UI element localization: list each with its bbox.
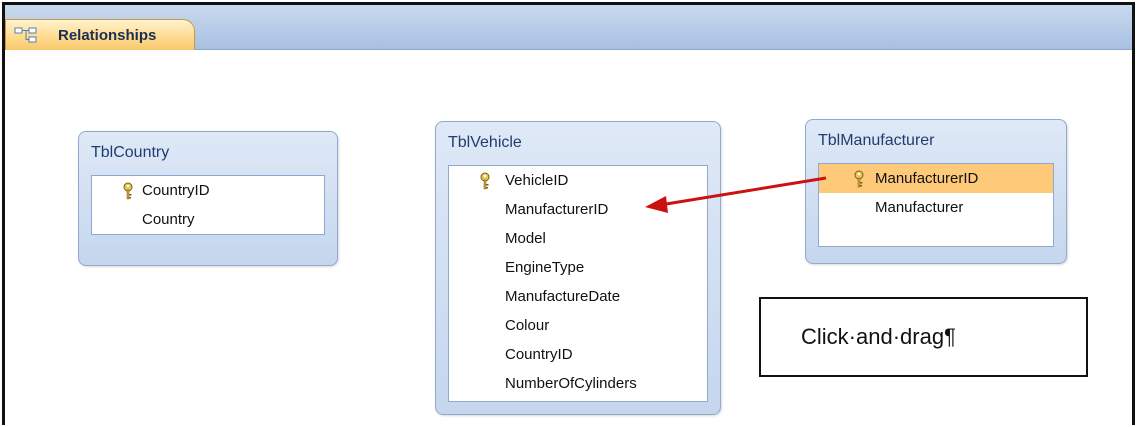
- key-icon: [123, 182, 133, 200]
- instruction-callout: Click·and·drag¶: [759, 297, 1088, 377]
- field-country[interactable]: Country: [92, 205, 324, 234]
- field-label: Manufacturer: [875, 199, 964, 216]
- field-manufacturedate[interactable]: ManufactureDate: [449, 282, 707, 311]
- field-manufacturerid[interactable]: ManufacturerID: [449, 195, 707, 224]
- relationships-icon: [14, 27, 37, 43]
- field-list: CountryID Country: [91, 175, 325, 235]
- field-countryid[interactable]: CountryID: [92, 176, 324, 205]
- field-label: CountryID: [142, 182, 210, 199]
- field-manufacturerid[interactable]: ManufacturerID: [819, 164, 1053, 193]
- table-tblmanufacturer[interactable]: TblManufacturer ManufacturerID Manufactu…: [805, 119, 1067, 264]
- field-numberofcylinders[interactable]: NumberOfCylinders: [449, 369, 707, 398]
- field-countryid[interactable]: CountryID: [449, 340, 707, 369]
- field-label: Country: [142, 211, 195, 228]
- field-list: VehicleID ManufacturerID Model EngineTyp…: [448, 165, 708, 402]
- field-vehicleid[interactable]: VehicleID: [449, 166, 707, 195]
- field-list: ManufacturerID Manufacturer: [818, 163, 1054, 247]
- tab-relationships[interactable]: Relationships: [5, 19, 195, 50]
- field-label: ManufacturerID: [505, 201, 609, 218]
- table-title: TblVehicle: [448, 134, 522, 151]
- field-manufacturer[interactable]: Manufacturer: [819, 193, 1053, 222]
- field-label: ManufacturerID: [875, 170, 979, 187]
- field-label: VehicleID: [505, 172, 569, 189]
- table-tblvehicle[interactable]: TblVehicle VehicleID ManufacturerID Mode…: [435, 121, 721, 415]
- relationships-window: Relationships TblCountry CountryID Count…: [2, 2, 1135, 425]
- field-label: CountryID: [505, 346, 573, 363]
- document-tab-strip: Relationships: [5, 5, 1132, 50]
- key-icon: [480, 172, 490, 190]
- field-model[interactable]: Model: [449, 224, 707, 253]
- field-label: EngineType: [505, 259, 585, 276]
- tab-label: Relationships: [58, 27, 157, 44]
- field-label: Colour: [505, 317, 550, 334]
- table-title: TblCountry: [91, 144, 170, 161]
- key-icon: [854, 170, 864, 188]
- field-label: NumberOfCylinders: [505, 375, 637, 392]
- table-title: TblManufacturer: [818, 132, 935, 149]
- field-enginetype[interactable]: EngineType: [449, 253, 707, 282]
- field-label: ManufactureDate: [505, 288, 621, 305]
- table-tblcountry[interactable]: TblCountry CountryID Country: [78, 131, 338, 266]
- callout-text: Click·and·drag¶: [801, 324, 956, 349]
- field-colour[interactable]: Colour: [449, 311, 707, 340]
- field-label: Model: [505, 230, 546, 247]
